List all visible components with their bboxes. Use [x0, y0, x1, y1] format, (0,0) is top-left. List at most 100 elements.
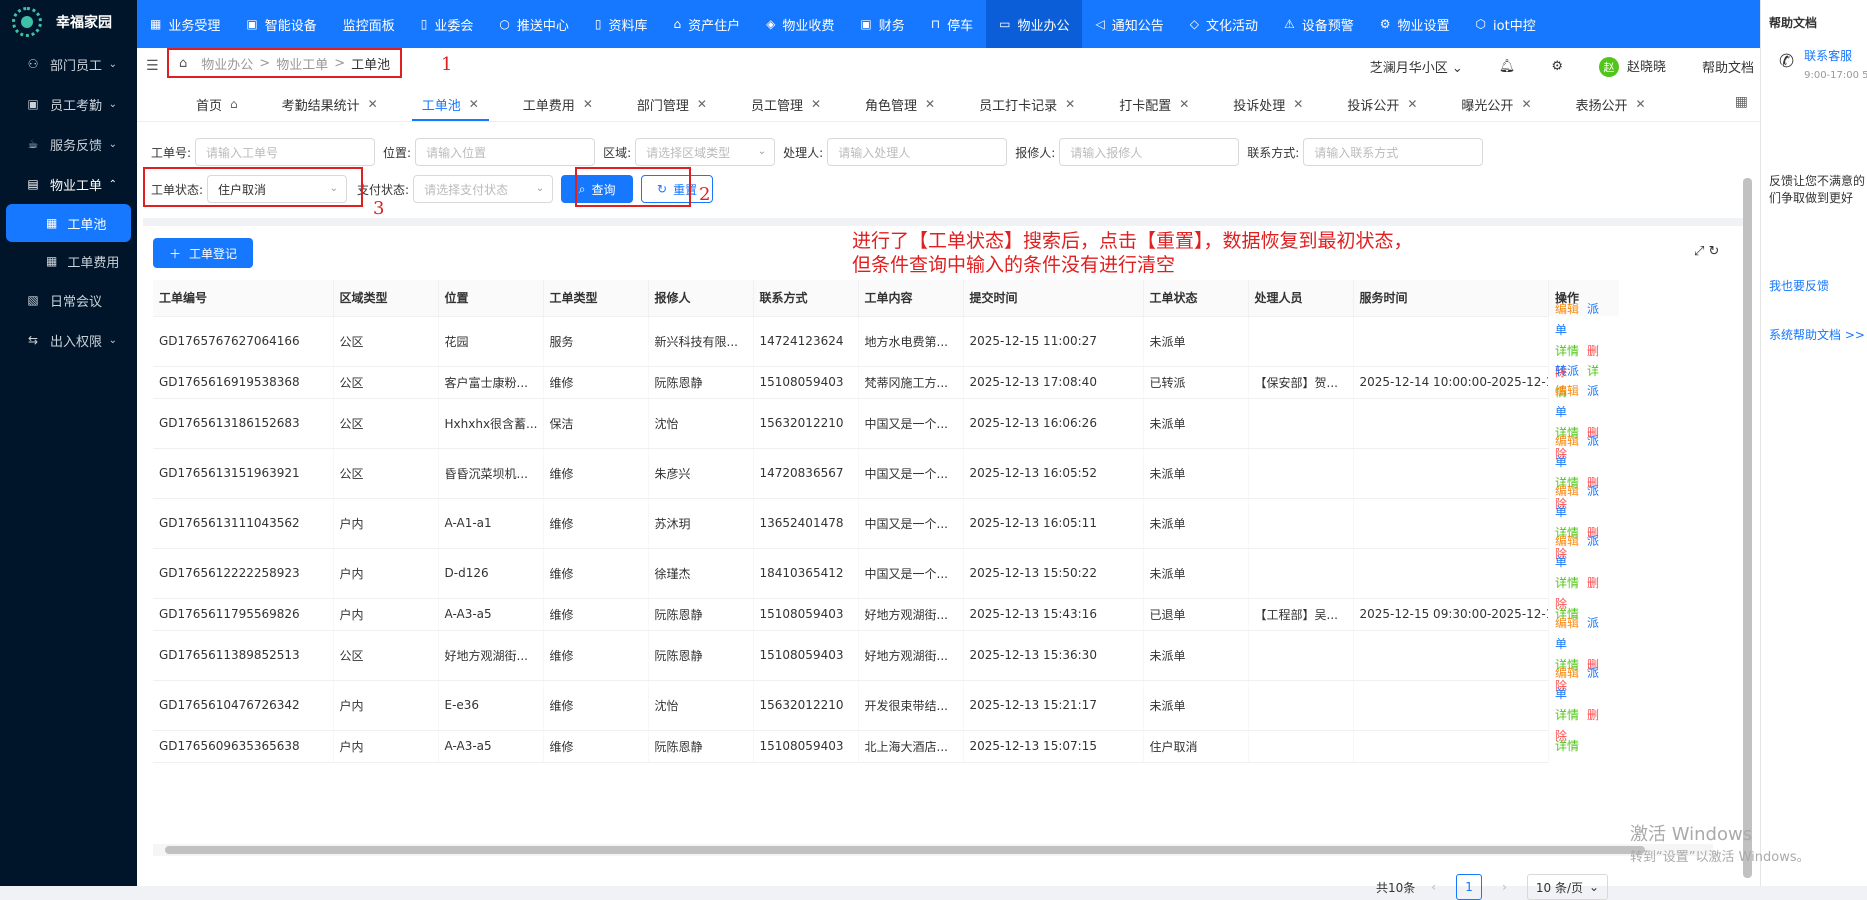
tab-clock-records[interactable]: 员工打卡记录 ✕: [957, 87, 1097, 121]
close-icon[interactable]: ✕: [1521, 97, 1531, 111]
page-size-select[interactable]: 10 条/页 ⌄: [1526, 874, 1609, 900]
sidebar-item-departments[interactable]: ⚇ 部门员工 ⌄: [0, 44, 137, 84]
close-icon[interactable]: ✕: [1636, 97, 1646, 111]
sidebar-item-attendance[interactable]: ▣ 员工考勤 ⌄: [0, 84, 137, 124]
table-tools: ⤢ ↻: [1694, 244, 1719, 259]
nav-fees[interactable]: ◈ 物业收费: [753, 0, 847, 48]
tab-staff[interactable]: 员工管理 ✕: [729, 87, 843, 121]
edit-button[interactable]: 编辑: [1555, 616, 1579, 630]
edit-button[interactable]: 编辑: [1555, 384, 1579, 398]
location-input[interactable]: 请输入位置: [415, 138, 596, 166]
fullscreen-icon[interactable]: ⤢: [1694, 244, 1704, 259]
sidebar-item-feedback[interactable]: ☕ 服务反馈 ⌄: [0, 124, 137, 164]
highlight-reset-button: [575, 167, 691, 207]
detail-button[interactable]: 详情: [1555, 344, 1579, 358]
reporter-input[interactable]: 请输入报修人: [1059, 138, 1240, 166]
sidebar-item-access[interactable]: ⇆ 出入权限 ⌄: [0, 320, 137, 360]
contact-service[interactable]: ✆ 联系客服 9:00-17:00 5x: [1761, 41, 1867, 101]
home-icon[interactable]: ⌂: [179, 56, 187, 71]
nav-library[interactable]: ▯ 资料库: [582, 0, 661, 48]
close-icon[interactable]: ✕: [1065, 97, 1075, 111]
help-doc-link[interactable]: 帮助文档: [1702, 57, 1754, 76]
table-row: GD1765611389852513 公区 好地方观湖街... 维修 阮陈恩静 15108…: [153, 630, 1549, 681]
close-icon[interactable]: ✕: [811, 97, 821, 111]
community-select[interactable]: 芝澜月华小区 ⌄: [1370, 57, 1463, 76]
close-icon[interactable]: ✕: [1179, 97, 1189, 111]
tab-exposure-public[interactable]: 曝光公开 ✕: [1439, 87, 1553, 121]
tab-workorder-fee[interactable]: 工单费用 ✕: [501, 87, 615, 121]
nav-committee[interactable]: ▯ 业委会: [408, 0, 487, 48]
tab-clock-config[interactable]: 打卡配置 ✕: [1097, 87, 1211, 121]
transfer-button[interactable]: 转派: [1555, 364, 1579, 378]
edit-button[interactable]: 编辑: [1555, 534, 1579, 548]
nav-push[interactable]: ○ 推送中心: [486, 0, 582, 48]
bell-icon[interactable]: 🔔︎: [1499, 59, 1516, 74]
contact-link[interactable]: 联系客服: [1804, 47, 1867, 64]
sidebar-subitem-workorder-pool[interactable]: ▦ 工单池: [6, 204, 131, 242]
close-icon[interactable]: ✕: [583, 97, 593, 111]
refresh-icon[interactable]: ↻: [1709, 244, 1720, 259]
nav-finance[interactable]: ▣ 财务: [847, 0, 917, 48]
gear-icon[interactable]: ⚙: [1551, 59, 1563, 74]
system-help-link[interactable]: 系统帮助文档 >>: [1761, 326, 1867, 343]
nav-parking[interactable]: ⊓ 停车: [918, 0, 986, 48]
breadcrumb-item-workorder[interactable]: 物业工单: [276, 54, 328, 73]
tab-praise-public[interactable]: 表扬公开 ✕: [1554, 87, 1668, 121]
order-no-input[interactable]: 请输入工单号: [195, 138, 376, 166]
sidebar-item-workorders[interactable]: ▤ 物业工单 ⌃: [0, 164, 137, 204]
ops-column: 编辑 派单 详情 删除 转派 详情 编辑 派单 详情 删除 编辑 派单 详情 删除 编辑 派单 详情 删除 编辑 派单…: [1549, 302, 1619, 762]
nav-alerts[interactable]: ⚠ 设备预警: [1271, 0, 1367, 48]
pay-status-select[interactable]: 请选择支付状态 ⌄: [413, 175, 554, 203]
close-icon[interactable]: ✕: [697, 97, 707, 111]
detail-button[interactable]: 详情: [1555, 576, 1579, 590]
breadcrumb-item-office[interactable]: 物业办公: [201, 54, 253, 73]
grid-icon[interactable]: ▦: [1735, 94, 1748, 110]
table-cell: 好地方观湖街...: [858, 598, 964, 631]
add-workorder-button[interactable]: ＋工单登记: [153, 238, 253, 268]
sidebar-item-meetings[interactable]: ▧ 日常会议: [0, 280, 137, 320]
brand-logo[interactable]: 幸福家园: [0, 0, 137, 44]
table-cell: GD1765613151963921: [153, 448, 334, 499]
nav-settings[interactable]: ⚙ 物业设置: [1367, 0, 1463, 48]
prev-page-icon[interactable]: ‹: [1431, 880, 1436, 894]
nav-culture[interactable]: ◇ 文化活动: [1177, 0, 1271, 48]
tab-roles[interactable]: 角色管理 ✕: [843, 87, 957, 121]
edit-button[interactable]: 编辑: [1555, 666, 1579, 680]
tab-attendance-stats[interactable]: 考勤结果统计 ✕: [260, 87, 400, 121]
close-icon[interactable]: ✕: [1407, 97, 1417, 111]
nav-monitor[interactable]: 监控面板: [330, 0, 408, 48]
user-menu[interactable]: 赵赵晓晓: [1598, 56, 1666, 77]
nav-notice[interactable]: ◁ 通知公告: [1082, 0, 1176, 48]
sidebar: 幸福家园 ⚇ 部门员工 ⌄ ▣ 员工考勤 ⌄ ☕ 服务反馈 ⌄ ▤ 物业工单 ⌃ ▦ 工单池 ▦ 工…: [0, 0, 137, 886]
contact-input[interactable]: 请输入联系方式: [1303, 138, 1484, 166]
table-cell: A-A1-a1: [438, 498, 544, 549]
edit-button[interactable]: 编辑: [1555, 302, 1579, 316]
area-select[interactable]: 请选择区域类型 ⌄: [635, 138, 776, 166]
tab-workorder-pool[interactable]: 工单池 ✕: [400, 87, 501, 121]
tab-home[interactable]: 首页 ⌂: [174, 87, 260, 121]
edit-button[interactable]: 编辑: [1555, 484, 1579, 498]
vertical-scrollbar[interactable]: [1743, 178, 1752, 878]
horizontal-scrollbar[interactable]: [165, 846, 1645, 854]
menu-toggle-icon[interactable]: ☰: [146, 58, 159, 74]
nav-iot[interactable]: ⬡ iot中控: [1463, 0, 1549, 48]
nav-assets[interactable]: ⌂ 资产住户: [660, 0, 753, 48]
nav-devices[interactable]: ▣ 智能设备: [233, 0, 329, 48]
feedback-link[interactable]: 我也要反馈: [1761, 277, 1867, 294]
close-icon[interactable]: ✕: [925, 97, 935, 111]
nav-office[interactable]: ▭ 物业办公: [986, 0, 1083, 48]
sidebar-subitem-workorder-fee[interactable]: ▦ 工单费用: [0, 242, 137, 280]
close-icon[interactable]: ✕: [1293, 97, 1303, 111]
nav-business[interactable]: ▦ 业务受理: [137, 0, 233, 48]
tab-complaints-public[interactable]: 投诉公开 ✕: [1325, 87, 1439, 121]
tab-complaints[interactable]: 投诉处理 ✕: [1211, 87, 1325, 121]
detail-button[interactable]: 详情: [1555, 739, 1579, 753]
edit-button[interactable]: 编辑: [1555, 434, 1579, 448]
close-icon[interactable]: ✕: [368, 97, 378, 111]
detail-button[interactable]: 详情: [1555, 708, 1579, 722]
next-page-icon[interactable]: ›: [1502, 880, 1507, 894]
tab-department[interactable]: 部门管理 ✕: [615, 87, 729, 121]
page-button[interactable]: 1: [1456, 874, 1483, 900]
close-icon[interactable]: ✕: [469, 97, 479, 111]
handler-input[interactable]: 请输入处理人: [827, 138, 1008, 166]
